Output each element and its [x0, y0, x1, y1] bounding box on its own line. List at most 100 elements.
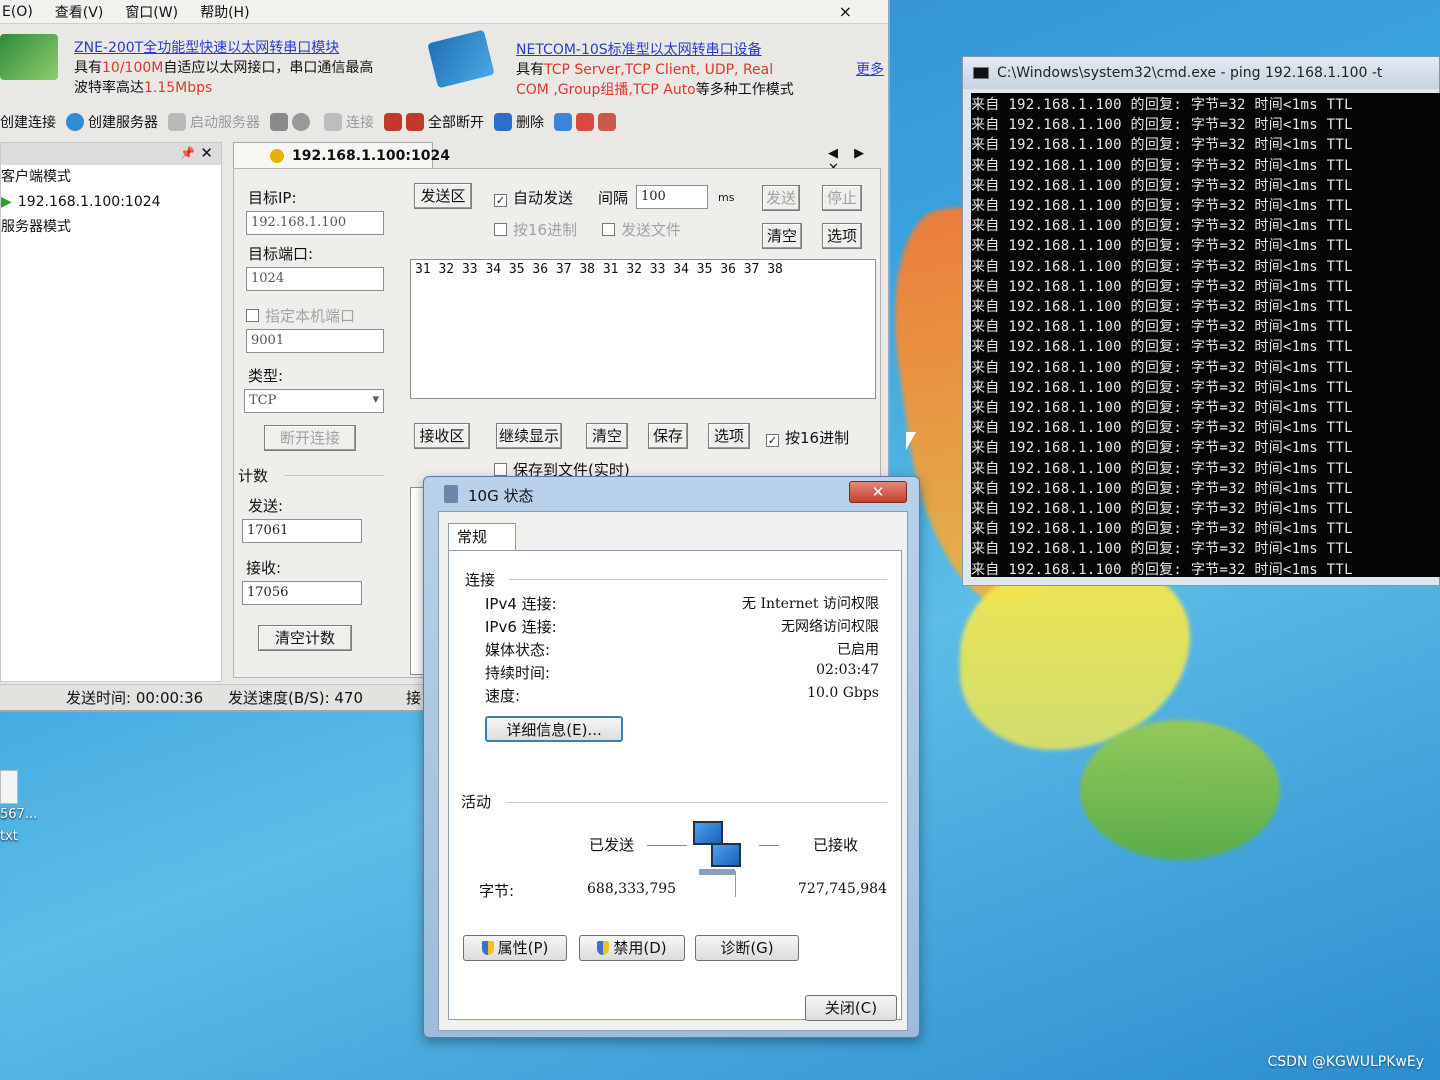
send-area-tab[interactable]: 发送区	[414, 183, 472, 209]
interval-field[interactable]: 100	[636, 185, 708, 209]
network-icon	[554, 113, 572, 131]
close-button[interactable]: ✕	[849, 481, 907, 503]
tools-icon	[598, 113, 616, 131]
activity-section-label: 活动	[461, 793, 492, 811]
toolbar: 创建连接 创建服务器 启动服务器 连接 全部断开 删除	[0, 106, 740, 138]
cmd-output[interactable]: 来自 192.168.1.100 的回复: 字节=32 时间<1ms TTL 来自…	[971, 93, 1440, 577]
ping-reply-line: 来自 192.168.1.100 的回复: 字节=32 时间<1ms TTL	[971, 137, 1353, 154]
connect-button[interactable]: 连接	[324, 112, 374, 132]
recv-count-field: 17056	[242, 581, 362, 605]
ping-reply-line: 来自 192.168.1.100 的回复: 字节=32 时间<1ms TTL	[971, 400, 1353, 417]
target-ip-field[interactable]: 192.168.1.100	[246, 211, 384, 235]
menu-item-window[interactable]: 窗口(W)	[125, 2, 178, 22]
send-time-status: 发送时间: 00:00:36	[66, 689, 204, 707]
settings-button[interactable]	[270, 113, 314, 131]
recv-status: 接	[406, 689, 422, 707]
mouse-cursor-icon	[906, 432, 916, 450]
ad-link-netcom10s[interactable]: NETCOM-10S标准型以太网转串口设备	[516, 42, 762, 58]
properties-button[interactable]: 属性(P)	[463, 935, 567, 961]
ipv6-label: IPv6 连接:	[485, 618, 557, 636]
target-port-field[interactable]: 1024	[246, 267, 384, 291]
close-icon[interactable]: ×	[839, 2, 852, 21]
stop-button[interactable]: 停止	[822, 185, 862, 211]
menu-item[interactable]: E(O)	[2, 4, 33, 20]
duration-label: 持续时间:	[485, 664, 551, 682]
ping-reply-line: 来自 192.168.1.100 的回复: 字节=32 时间<1ms TTL	[971, 379, 1353, 396]
network-adapter-icon	[444, 485, 458, 503]
cmd-icon	[973, 67, 989, 79]
local-port-checkbox[interactable]: 指定本机端口	[246, 305, 355, 326]
tree-item-server-mode[interactable]: 服务器模式	[1, 215, 221, 240]
dialog-close-button[interactable]: 关闭(C)	[805, 995, 897, 1021]
disconnect-all-button[interactable]: 全部断开	[384, 112, 484, 132]
interval-unit: ms	[718, 191, 735, 204]
send-button[interactable]: 发送	[762, 185, 800, 211]
divider	[759, 845, 779, 846]
ad-text-1: ZNE-200T全功能型快速以太网转串口模块 具有10/100M自适应以太网接口…	[74, 40, 374, 96]
shield-icon	[597, 941, 610, 955]
tab-connection[interactable]: 192.168.1.100:1024	[233, 142, 450, 168]
ping-reply-line: 来自 192.168.1.100 的回复: 字节=32 时间<1ms TTL	[971, 258, 1353, 275]
record-icon	[576, 113, 594, 131]
recv-clear-button[interactable]: 清空	[586, 423, 628, 449]
ping-reply-line: 来自 192.168.1.100 的回复: 字节=32 时间<1ms TTL	[971, 420, 1353, 437]
ad-banner: ZNE-200T全功能型快速以太网转串口模块 具有10/100M自适应以太网接口…	[0, 26, 890, 100]
speed-label: 速度:	[485, 687, 521, 705]
globe-icon	[66, 113, 84, 131]
duration-value: 02:03:47	[816, 662, 879, 678]
ping-reply-line: 来自 192.168.1.100 的回复: 字节=32 时间<1ms TTL	[971, 480, 1353, 497]
ping-reply-line: 来自 192.168.1.100 的回复: 字节=32 时间<1ms TTL	[971, 541, 1353, 558]
recv-area-tab[interactable]: 接收区	[414, 423, 470, 449]
bytes-sent-value: 688,333,795	[587, 881, 677, 897]
send-textarea[interactable]: 31 32 33 34 35 36 37 38 31 32 33 34 35 3…	[410, 259, 876, 399]
recv-save-button[interactable]: 保存	[648, 423, 688, 449]
delete-button[interactable]: 删除	[494, 112, 544, 132]
type-select[interactable]: TCP ▾	[244, 389, 384, 413]
recv-options-button[interactable]: 选项	[708, 423, 750, 449]
tree-item-client-mode[interactable]: 客户端模式	[1, 165, 221, 190]
ping-reply-line: 来自 192.168.1.100 的回复: 字节=32 时间<1ms TTL	[971, 117, 1353, 134]
close-icon[interactable]: ✕	[200, 144, 213, 162]
disable-button[interactable]: 禁用(D)	[579, 935, 685, 961]
cmd-title: C:\Windows\system32\cmd.exe - ping 192.1…	[997, 65, 1383, 81]
tree-item-connection[interactable]: ▶ 192.168.1.100:1024	[1, 190, 221, 215]
hex-send-checkbox[interactable]: 按16进制	[494, 219, 577, 240]
more-link[interactable]: 更多	[856, 60, 884, 80]
desktop-file-icon[interactable]: 567... txt	[0, 770, 50, 848]
ad-link-zne200t[interactable]: ZNE-200T全功能型快速以太网转串口模块	[74, 40, 339, 56]
diagnose-button[interactable]: 诊断(G)	[695, 935, 799, 961]
menu-item-help[interactable]: 帮助(H)	[200, 2, 249, 22]
gear-icon	[270, 113, 288, 131]
dialog-title: 10G 状态	[468, 487, 534, 505]
disconnect-button[interactable]: 断开连接	[264, 425, 356, 451]
ping-reply-line: 来自 192.168.1.100 的回复: 字节=32 时间<1ms TTL	[971, 198, 1353, 215]
watermark: CSDN @KGWULPKwEy	[1267, 1054, 1425, 1070]
start-server-button[interactable]: 启动服务器	[168, 112, 260, 132]
local-port-field[interactable]: 9001	[246, 329, 384, 353]
send-options-button[interactable]: 选项	[822, 223, 862, 249]
send-count-field: 17061	[242, 519, 362, 543]
ping-reply-line: 来自 192.168.1.100 的回复: 字节=32 时间<1ms TTL	[971, 177, 1353, 194]
pin-icon[interactable]: 📌	[180, 146, 195, 160]
continue-display-button[interactable]: 继续显示	[496, 423, 562, 449]
stop-icon	[292, 113, 310, 131]
create-server-button[interactable]: 创建服务器	[66, 112, 158, 132]
send-file-checkbox[interactable]: 发送文件	[602, 219, 681, 240]
ping-reply-line: 来自 192.168.1.100 的回复: 字节=32 时间<1ms TTL	[971, 218, 1353, 235]
general-panel: 连接 IPv4 连接: 无 Internet 访问权限 IPv6 连接: 无网络…	[448, 550, 902, 1021]
tab-general[interactable]: 常规	[448, 523, 516, 551]
play-icon: ▶	[1, 194, 12, 210]
menu-item-view[interactable]: 查看(V)	[55, 2, 104, 22]
recv-hex-checkbox[interactable]: ✓ 按16进制	[766, 427, 849, 448]
connection-section-label: 连接	[465, 571, 496, 589]
details-button[interactable]: 详细信息(E)...	[485, 716, 623, 742]
create-connection-button[interactable]: 创建连接	[0, 112, 56, 132]
send-clear-button[interactable]: 清空	[762, 223, 802, 249]
ping-reply-line: 来自 192.168.1.100 的回复: 字节=32 时间<1ms TTL	[971, 319, 1353, 336]
sent-label: 已发送	[589, 836, 635, 854]
auto-send-checkbox[interactable]: ✓ 自动发送	[494, 187, 573, 208]
misc-buttons[interactable]	[554, 113, 620, 131]
clear-count-button[interactable]: 清空计数	[258, 625, 352, 651]
ping-reply-line: 来自 192.168.1.100 的回复: 字节=32 时间<1ms TTL	[971, 561, 1353, 577]
shield-icon	[481, 941, 494, 955]
